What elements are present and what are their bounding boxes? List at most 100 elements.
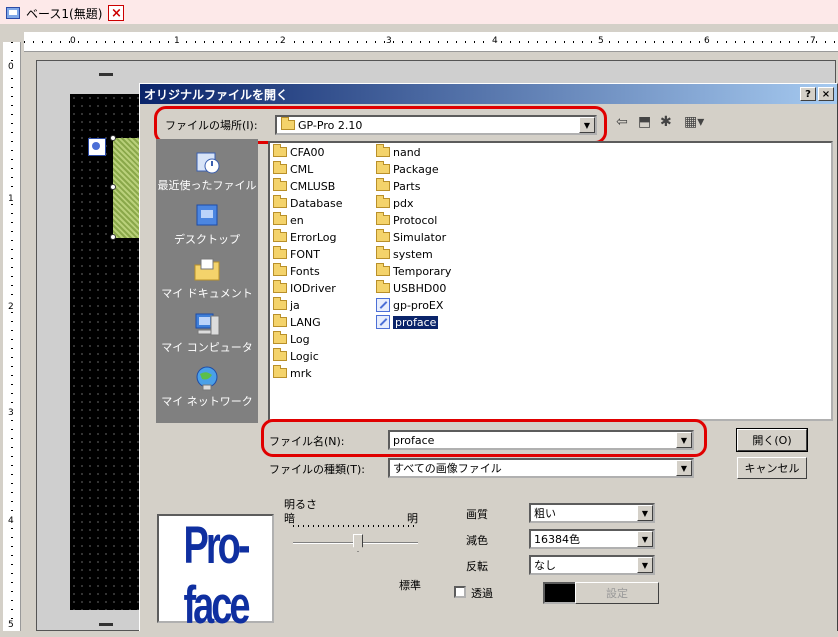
tab-title: ベース1(無題) bbox=[26, 6, 103, 21]
list-item[interactable]: Logic bbox=[273, 348, 319, 364]
quality-dropdown[interactable]: 粗い ▼ bbox=[529, 503, 655, 523]
places-bar: 最近使ったファイル デスクトップ マイ ドキュメント マイ コンピュータ マイ … bbox=[156, 139, 258, 423]
place-label: マイ ドキュメント bbox=[161, 287, 253, 300]
help-button[interactable]: ? bbox=[800, 87, 816, 101]
ruler-number: 0 bbox=[8, 62, 14, 72]
list-item-selected[interactable]: proface bbox=[376, 314, 439, 330]
desktop-icon bbox=[192, 203, 222, 229]
list-item[interactable]: Parts bbox=[376, 178, 420, 194]
slider-ticks bbox=[293, 525, 418, 527]
list-item[interactable]: FONT bbox=[273, 246, 320, 262]
dropdown-arrow-icon[interactable]: ▼ bbox=[637, 505, 653, 521]
folder-icon bbox=[273, 178, 287, 191]
quality-label: 画質 bbox=[466, 508, 488, 521]
list-item[interactable]: IODriver bbox=[273, 280, 336, 296]
list-item[interactable]: CFA00 bbox=[273, 144, 325, 160]
open-original-file-dialog: オリジナルファイルを開く ? × ファイルの場所(I): GP-Pro 2.10… bbox=[139, 83, 838, 636]
list-item[interactable]: CMLUSB bbox=[273, 178, 335, 194]
ruler-number: 3 bbox=[386, 36, 392, 46]
list-item[interactable]: Protocol bbox=[376, 212, 437, 228]
list-item[interactable]: CML bbox=[273, 161, 313, 177]
folder-icon bbox=[376, 246, 390, 259]
settings-button[interactable]: 設定 bbox=[575, 582, 659, 604]
list-item[interactable]: nand bbox=[376, 144, 421, 160]
filetype-label: ファイルの種類(T): bbox=[269, 463, 366, 476]
dialog-title: オリジナルファイルを開く bbox=[144, 87, 289, 102]
folder-icon bbox=[273, 314, 287, 327]
resize-handle[interactable] bbox=[110, 234, 116, 240]
list-item[interactable]: gp-proEX bbox=[376, 297, 443, 313]
reduce-color-label: 減色 bbox=[466, 534, 488, 547]
screen-document-icon bbox=[6, 7, 20, 19]
bright-label: 明 bbox=[407, 512, 418, 525]
folder-icon bbox=[273, 212, 287, 225]
list-item[interactable]: Fonts bbox=[273, 263, 320, 279]
transparent-checkbox[interactable] bbox=[454, 586, 466, 598]
file-list[interactable]: CFA00 CML CMLUSB Database en ErrorLog FO… bbox=[268, 141, 833, 421]
up-folder-icon[interactable]: ⬒ bbox=[638, 114, 651, 130]
view-menu-icon[interactable]: ▦▾ bbox=[684, 114, 704, 130]
ruler-number: 2 bbox=[280, 36, 286, 46]
flip-label: 反転 bbox=[466, 560, 488, 573]
list-item[interactable]: en bbox=[273, 212, 304, 228]
my-documents-icon bbox=[192, 257, 222, 283]
document-tab-bar: ベース1(無題) × bbox=[0, 0, 838, 24]
cancel-button[interactable]: キャンセル bbox=[737, 457, 807, 479]
resize-handle[interactable] bbox=[110, 184, 116, 190]
document-tab[interactable]: ベース1(無題) × bbox=[6, 4, 125, 22]
place-my-network[interactable]: マイ ネットワーク bbox=[156, 365, 258, 409]
place-recent[interactable]: 最近使ったファイル bbox=[156, 149, 258, 193]
folder-icon bbox=[273, 331, 287, 344]
dropdown-arrow-icon[interactable]: ▼ bbox=[637, 557, 653, 573]
close-button[interactable]: × bbox=[818, 87, 834, 101]
dropdown-arrow-icon[interactable]: ▼ bbox=[637, 531, 653, 547]
reduce-color-value: 16384色 bbox=[534, 533, 580, 546]
reduce-color-dropdown[interactable]: 16384色 ▼ bbox=[529, 529, 655, 549]
list-item[interactable]: LANG bbox=[273, 314, 321, 330]
ruler-number: 1 bbox=[8, 194, 14, 204]
ruler-number: 2 bbox=[8, 302, 14, 312]
folder-icon bbox=[376, 144, 390, 157]
transparent-label: 透過 bbox=[471, 587, 493, 600]
list-item[interactable]: pdx bbox=[376, 195, 413, 211]
resize-handle[interactable] bbox=[110, 135, 116, 141]
list-item[interactable]: Package bbox=[376, 161, 439, 177]
new-folder-icon[interactable]: ✱ bbox=[660, 114, 672, 130]
place-my-documents[interactable]: マイ ドキュメント bbox=[156, 257, 258, 301]
place-my-computer[interactable]: マイ コンピュータ bbox=[156, 311, 258, 355]
image-preview: Pro-face bbox=[157, 514, 274, 636]
tab-close-icon[interactable]: × bbox=[108, 5, 125, 21]
list-item[interactable]: ja bbox=[273, 297, 300, 313]
folder-icon bbox=[273, 195, 287, 208]
open-button[interactable]: 開く(O) bbox=[736, 428, 808, 452]
my-computer-icon bbox=[192, 311, 222, 337]
list-item[interactable]: USBHD00 bbox=[376, 280, 446, 296]
list-item[interactable]: ErrorLog bbox=[273, 229, 336, 245]
list-item[interactable]: mrk bbox=[273, 365, 312, 381]
folder-icon bbox=[376, 178, 390, 191]
list-item[interactable]: Temporary bbox=[376, 263, 451, 279]
ruler-number: 0 bbox=[70, 36, 76, 46]
filetype-dropdown[interactable]: すべての画像ファイル ▼ bbox=[388, 458, 694, 478]
folder-icon bbox=[376, 229, 390, 242]
dropdown-arrow-icon[interactable]: ▼ bbox=[676, 460, 692, 476]
standard-label: 標準 bbox=[399, 579, 421, 592]
flip-dropdown[interactable]: なし ▼ bbox=[529, 555, 655, 575]
place-label: マイ ネットワーク bbox=[161, 395, 253, 408]
flip-value: なし bbox=[534, 559, 556, 572]
proface-logo: Pro-face bbox=[183, 516, 250, 636]
ruler-number: 4 bbox=[492, 36, 498, 46]
place-desktop[interactable]: デスクトップ bbox=[156, 203, 258, 247]
ruler-number: 5 bbox=[8, 620, 14, 630]
ruler-number: 3 bbox=[8, 408, 14, 418]
folder-icon bbox=[376, 161, 390, 174]
part-tool-icon[interactable] bbox=[88, 138, 106, 156]
folder-icon bbox=[273, 161, 287, 174]
list-item[interactable]: Simulator bbox=[376, 229, 446, 245]
brightness-slider-thumb[interactable] bbox=[353, 534, 363, 552]
list-item[interactable]: Database bbox=[273, 195, 343, 211]
back-arrow-icon[interactable]: ⇦ bbox=[616, 114, 628, 130]
list-item[interactable]: system bbox=[376, 246, 433, 262]
highlight-ring bbox=[261, 419, 707, 457]
list-item[interactable]: Log bbox=[273, 331, 310, 347]
